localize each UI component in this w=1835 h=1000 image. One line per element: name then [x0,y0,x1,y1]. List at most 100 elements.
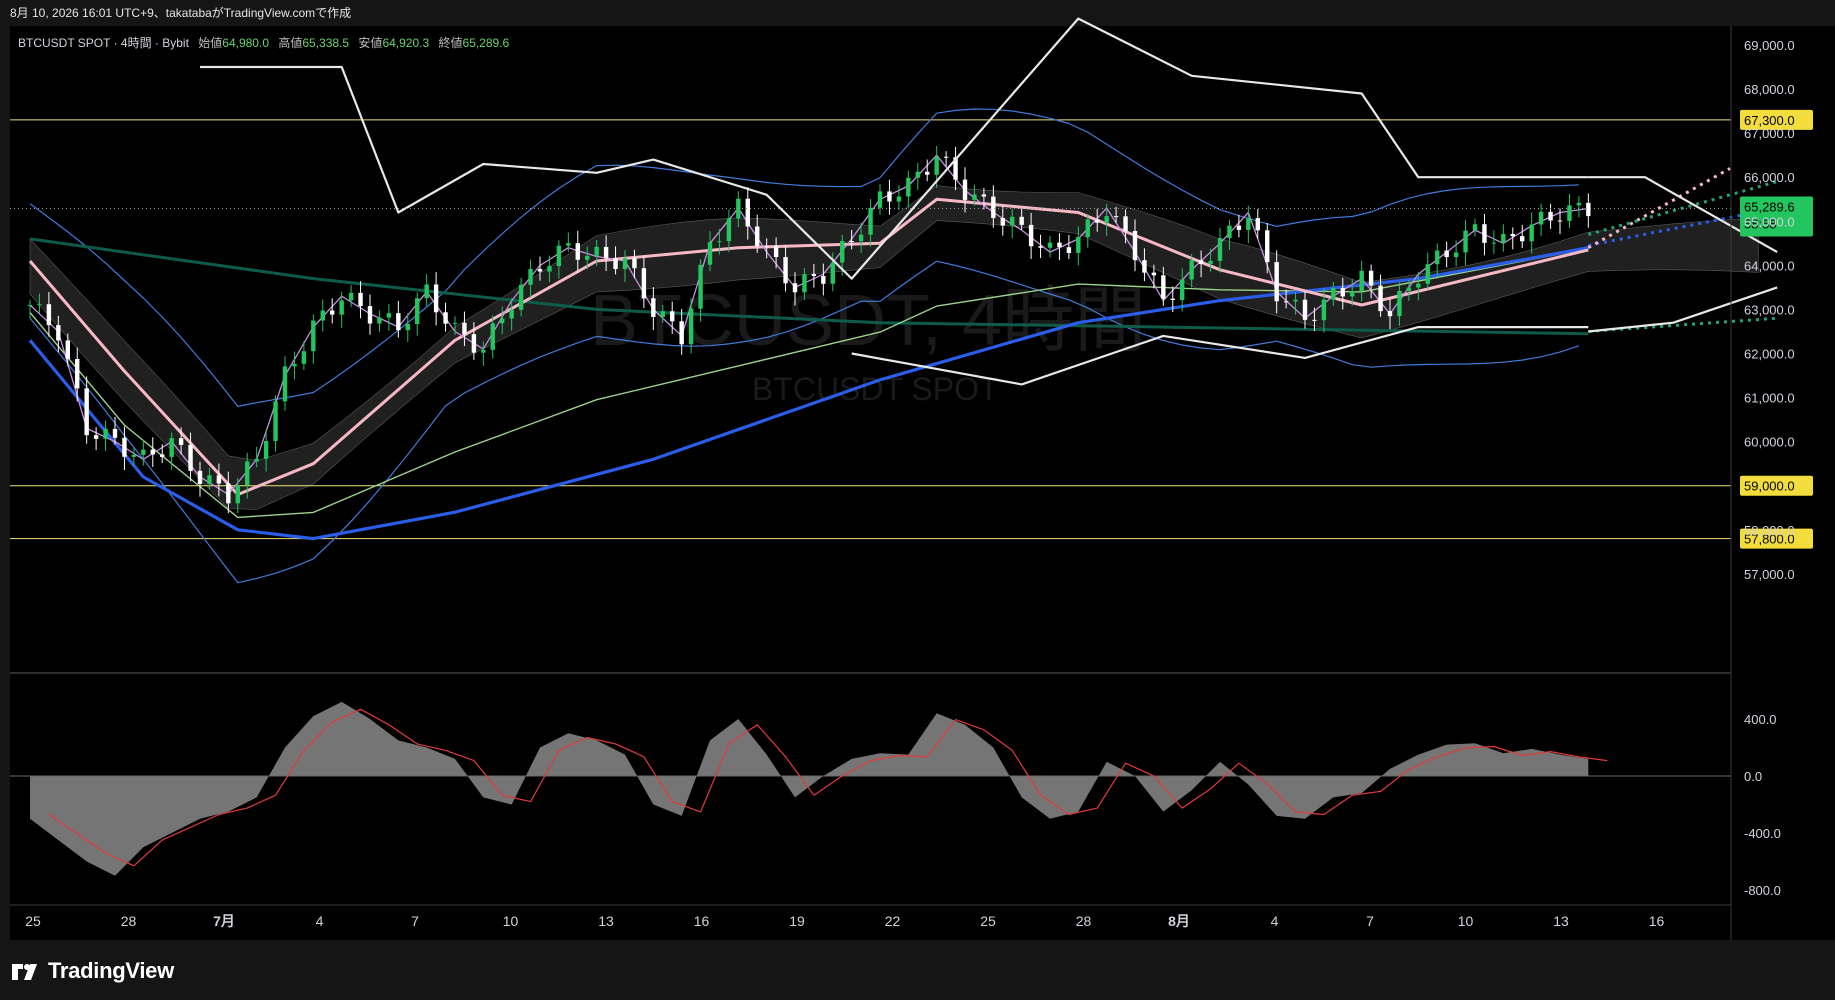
candle[interactable] [377,310,382,332]
candle[interactable] [358,281,363,319]
candle-body [1331,287,1336,300]
candle[interactable] [1246,205,1251,244]
tradingview-logo-icon [12,964,37,981]
candle-body [292,363,297,367]
time-axis-tick: 10 [1458,913,1474,929]
candle-body [1019,216,1024,225]
main-price-panel[interactable]: BTCUSDT, 4時間BTCUSDT SPOT [10,17,1778,674]
candle[interactable] [273,395,278,452]
candle-body [603,246,609,259]
candle[interactable] [1529,212,1534,254]
candle-body [405,324,410,331]
candle-body [1132,231,1138,261]
candle[interactable] [1066,234,1072,259]
candle[interactable] [443,302,448,332]
candle[interactable] [925,159,930,182]
candle-body [226,483,231,504]
candle[interactable] [150,437,155,467]
chart-svg[interactable]: BTCUSDT, 4時間BTCUSDT SPOT 67,300.059,000.… [0,0,1835,1000]
candle[interactable] [415,292,420,336]
candle-body [1227,225,1232,239]
candle[interactable] [1586,193,1591,228]
candle[interactable] [348,285,354,308]
candle-body [802,274,807,293]
candle[interactable] [103,420,108,452]
candle[interactable] [915,162,920,191]
candle-body [868,207,873,235]
candle-body [320,310,325,321]
level-price-label: 59,000.0 [1744,479,1795,494]
candle[interactable] [953,146,958,191]
candle[interactable] [84,376,89,444]
candle-body [1123,216,1128,232]
candle-body [934,156,939,175]
candle[interactable] [1567,193,1572,229]
candle-body [1350,291,1355,297]
candle-body [1425,264,1430,284]
candle-body [811,274,817,276]
candle-body [906,177,911,197]
candle-body [1189,260,1194,280]
candle[interactable] [320,299,325,332]
candle-body [1567,205,1572,221]
candle[interactable] [887,179,892,215]
candle-body [1095,219,1100,223]
candle-body [131,454,137,457]
price-axis-tick: 66,000.0 [1744,170,1795,185]
legend-open-value: 64,980.0 [222,36,269,50]
candle-body [849,241,854,243]
candle[interactable] [1444,241,1449,268]
footer-bar [0,940,1835,1000]
candle[interactable] [1491,230,1497,254]
candle-body [1435,250,1440,265]
candle[interactable] [282,356,288,411]
candle[interactable] [1047,235,1053,258]
candle-body [1217,238,1223,261]
candle[interactable] [330,298,335,324]
candle-body [433,284,439,313]
time-axis-tick: 25 [25,913,41,929]
candle[interactable] [877,183,883,215]
candle[interactable] [386,304,392,331]
candle[interactable] [1472,218,1478,237]
candle[interactable] [1057,233,1062,261]
candle[interactable] [27,299,33,319]
candle-body [1340,287,1345,297]
candle-body [481,349,486,353]
candle-body [122,437,127,457]
candle[interactable] [93,427,99,451]
candle-body [1548,211,1553,221]
candle[interactable] [906,170,911,208]
candle-body [75,358,80,389]
candle[interactable] [1236,214,1242,238]
candle-body [925,171,930,175]
candle[interactable] [1482,213,1487,256]
candle[interactable] [367,294,373,335]
candle-body [773,246,779,258]
candle-body [235,485,240,504]
candle-body [915,171,920,178]
price-axis-tick: 67,000.0 [1744,126,1795,141]
candle-body [273,401,278,442]
oscillator-panel[interactable] [10,701,1731,876]
candle[interactable] [896,184,902,211]
candle[interactable] [1038,234,1043,258]
candle[interactable] [1520,224,1525,248]
candle[interactable] [1548,203,1553,229]
candle-body [566,243,571,246]
candle-body [1283,301,1289,303]
candle-body [594,246,599,256]
time-axis-tick: 10 [503,913,519,929]
candle[interactable] [424,274,429,306]
candle[interactable] [311,314,316,364]
time-axis-tick: 4 [316,913,324,929]
candle-body [178,438,184,445]
candle-body [1246,218,1251,230]
tradingview-logo[interactable]: TradingView [12,958,174,984]
candle-body [415,298,420,325]
candle[interactable] [433,272,439,326]
candle[interactable] [1463,219,1468,266]
candle-body [1302,299,1308,320]
candle[interactable] [1501,224,1506,252]
candle[interactable] [1576,196,1582,218]
